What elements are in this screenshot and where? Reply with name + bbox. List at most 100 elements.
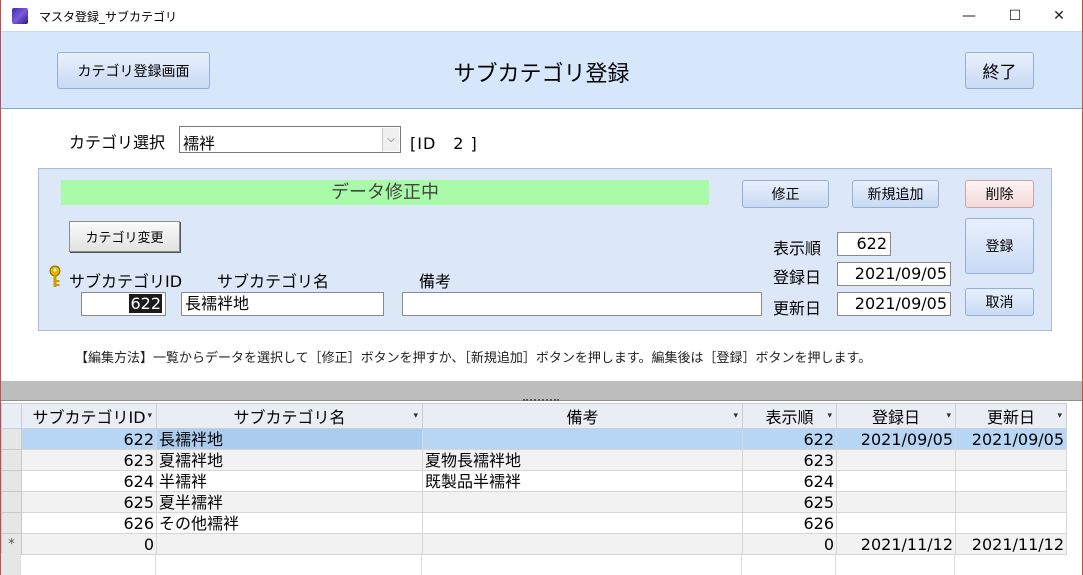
exit-button[interactable]: 終了 [965,52,1034,89]
table-row[interactable]: 622 長襦袢地 622 2021/09/05 2021/09/05 [1,428,1067,450]
column-header-subcategory-name[interactable]: サブカテゴリ名 ▾ [156,403,423,429]
sort-icon[interactable]: ▾ [147,411,152,421]
table-row[interactable]: 623 夏襦袢地 夏物長襦袢地 623 [1,449,1067,471]
category-select-value: 襦袢 [183,134,216,153]
header-band: カテゴリ登録画面 サブカテゴリ登録 終了 [1,31,1082,109]
row-selector[interactable] [1,449,22,471]
cell-subcategory-id[interactable]: 0 [21,533,157,555]
empty-cell [836,553,955,575]
cell-subcategory-id[interactable]: 623 [21,449,157,471]
sort-icon[interactable]: ▾ [733,411,738,421]
column-header-updated-date[interactable]: 更新日 ▾ [955,403,1067,429]
cell-subcategory-name[interactable]: その他襦袢 [156,512,423,534]
app-window: マスタ登録_サブカテゴリ — ☐ ✕ カテゴリ登録画面 サブカテゴリ登録 終了 … [0,0,1083,575]
row-selector[interactable] [1,491,22,513]
updated-date-field[interactable]: 2021/09/05 [837,292,951,316]
status-banner: データ修正中 [61,180,709,205]
title-bar: マスタ登録_サブカテゴリ — ☐ ✕ [1,0,1082,31]
cell-registered-date[interactable]: 2021/11/12 [836,533,956,555]
sort-icon[interactable]: ▾ [827,411,832,421]
cell-display-order[interactable]: 622 [742,428,837,450]
remarks-label: 備考 [419,272,452,291]
splitter-bar[interactable] [1,381,1082,401]
column-header-display-order[interactable]: 表示順 ▾ [742,403,837,429]
cell-remarks[interactable]: 既製品半襦袢 [422,470,743,492]
cell-registered-date[interactable] [836,449,956,471]
column-header-registered-date[interactable]: 登録日 ▾ [836,403,956,429]
cell-subcategory-id[interactable]: 622 [21,428,157,450]
register-button[interactable]: 登録 [965,218,1034,274]
new-record-icon[interactable]: * [1,533,22,555]
empty-cell [156,553,422,575]
category-id-text: [ID 2 ] [410,134,478,153]
category-select[interactable]: 襦袢 ⌵ [179,126,401,153]
cell-updated-date[interactable] [955,470,1067,492]
new-record-row[interactable]: * 0 0 2021/11/12 2021/11/12 [1,533,1067,555]
cell-updated-date[interactable] [955,512,1067,534]
cell-display-order[interactable]: 0 [742,533,837,555]
sort-icon[interactable]: ▾ [946,411,951,421]
cell-registered-date[interactable] [836,470,956,492]
column-header-remarks[interactable]: 備考 ▾ [422,403,743,429]
display-order-label: 表示順 [773,239,822,258]
cell-updated-date[interactable] [955,449,1067,471]
cell-remarks[interactable]: 夏物長襦袢地 [422,449,743,471]
empty-cell [742,553,836,575]
table-row[interactable]: 626 その他襦袢 626 [1,512,1067,534]
primary-key-icon [49,265,61,287]
cell-updated-date[interactable]: 2021/11/12 [955,533,1067,555]
cell-updated-date[interactable] [955,491,1067,513]
column-header-subcategory-id[interactable]: サブカテゴリID ▾ [21,403,157,429]
cell-registered-date[interactable] [836,512,956,534]
display-order-field[interactable]: 622 [837,232,891,256]
cell-subcategory-name[interactable]: 半襦袢 [156,470,423,492]
cell-subcategory-id[interactable]: 626 [21,512,157,534]
chevron-down-icon[interactable]: ⌵ [382,128,399,151]
row-selector[interactable] [1,470,22,492]
remarks-field[interactable] [402,292,762,316]
cell-updated-date[interactable]: 2021/09/05 [955,428,1067,450]
table-row[interactable]: 624 半襦袢 既製品半襦袢 624 [1,470,1067,492]
cell-subcategory-id[interactable]: 625 [21,491,157,513]
splitter-grip-icon[interactable] [523,399,559,401]
category-select-label: カテゴリ選択 [69,133,166,152]
add-new-button[interactable]: 新規追加 [852,180,939,208]
cell-registered-date[interactable]: 2021/09/05 [836,428,956,450]
cell-display-order[interactable]: 625 [742,491,837,513]
updated-date-label: 更新日 [773,299,822,318]
change-category-button[interactable]: カテゴリ変更 [69,221,180,252]
close-button[interactable]: ✕ [1036,0,1082,31]
cell-remarks[interactable] [422,428,743,450]
subcategory-id-field[interactable]: 622 [81,292,166,316]
cell-remarks[interactable] [422,512,743,534]
cell-subcategory-name[interactable]: 夏半襦袢 [156,491,423,513]
cell-remarks[interactable] [422,491,743,513]
cell-registered-date[interactable] [836,491,956,513]
cancel-button[interactable]: 取消 [965,288,1034,316]
cell-subcategory-name[interactable]: 夏襦袢地 [156,449,423,471]
subcategory-name-field[interactable]: 長襦袢地 [181,292,384,316]
modify-button[interactable]: 修正 [742,180,829,208]
page-title: サブカテゴリ登録 [453,62,630,87]
cell-subcategory-id[interactable]: 624 [21,470,157,492]
cell-display-order[interactable]: 623 [742,449,837,471]
cell-display-order[interactable]: 626 [742,512,837,534]
table-row[interactable]: 625 夏半襦袢 625 [1,491,1067,513]
registered-date-field[interactable]: 2021/09/05 [837,262,951,286]
cell-display-order[interactable]: 624 [742,470,837,492]
cell-subcategory-name[interactable]: 長襦袢地 [156,428,423,450]
row-selector[interactable] [1,428,22,450]
maximize-button[interactable]: ☐ [992,0,1038,31]
datasheet-empty-area [1,553,1082,575]
row-selector[interactable] [1,512,22,534]
help-text: 【編集方法】一覧からデータを選択して［修正］ボタンを押すか、［新規追加］ボタンを… [75,351,872,366]
cell-remarks[interactable] [422,533,743,555]
window-title: マスタ登録_サブカテゴリ [39,10,178,24]
datasheet: サブカテゴリID ▾ サブカテゴリ名 ▾ 備考 ▾ 表示順 ▾ 登録日 ▾ 更新日 ▾ 62… [1,403,1082,575]
minimize-button[interactable]: — [946,0,992,31]
sort-icon[interactable]: ▾ [413,411,418,421]
sort-icon[interactable]: ▾ [1057,411,1062,421]
delete-button[interactable]: 削除 [965,180,1034,208]
empty-cell [21,553,156,575]
cell-subcategory-name[interactable] [156,533,423,555]
